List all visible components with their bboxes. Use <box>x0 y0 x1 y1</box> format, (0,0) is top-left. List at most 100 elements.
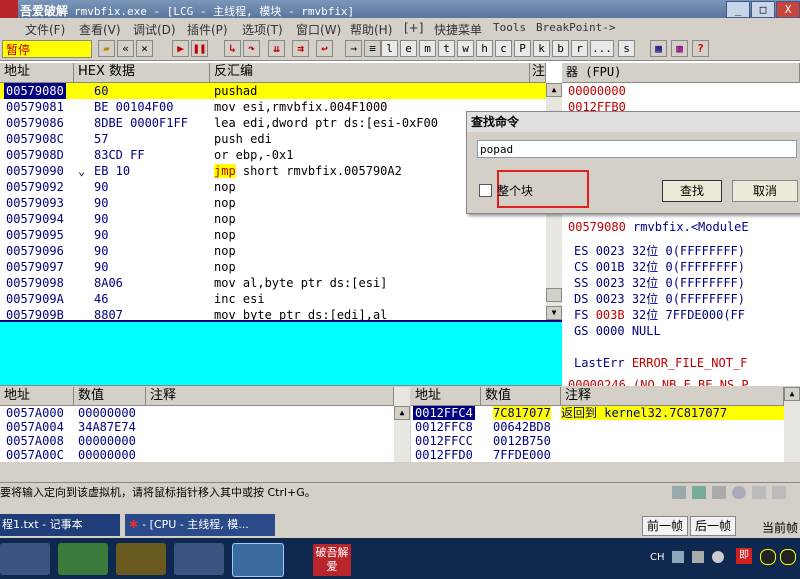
scroll-thumb[interactable] <box>546 288 562 302</box>
launcher-wechat-icon[interactable] <box>58 543 108 575</box>
toolbar-btn-m[interactable]: m <box>419 40 436 57</box>
restart-icon[interactable]: « <box>117 40 134 57</box>
vm-usb-icon[interactable] <box>712 486 726 499</box>
vm-network-icon[interactable] <box>692 486 706 499</box>
launcher-window-icon[interactable] <box>232 543 284 577</box>
step-into-icon[interactable]: ↳ <box>224 40 241 57</box>
goto-expr-icon[interactable]: ≡ <box>364 40 381 57</box>
scroll-up-icon[interactable]: ▲ <box>546 83 562 97</box>
next-frame-button[interactable]: 后一帧 <box>690 516 736 536</box>
table-row[interactable]: 00579086 8DBE 0000F1FF lea edi,dword ptr d… <box>0 115 546 131</box>
stack-scroll-up-icon[interactable]: ▲ <box>784 387 800 401</box>
table-row[interactable]: 00579090 EB 10 ⌄ jmp short rmvbfix.005790A2 <box>0 163 546 179</box>
dump-header-comment[interactable]: 注释 <box>146 387 394 406</box>
table-row[interactable]: 0012FFC8 00642BD8 <box>411 420 784 434</box>
find-button[interactable]: 查找 <box>662 180 722 202</box>
table-row[interactable]: 0057909A 46 inc esi <box>0 291 546 307</box>
tray-network-icon[interactable] <box>672 551 684 563</box>
menu-plugin[interactable]: 插件(P) <box>187 21 228 38</box>
disasm-header-hex[interactable]: HEX 数据 <box>74 63 210 83</box>
toolbar-btn-t[interactable]: t <box>438 40 455 57</box>
disasm-header-addr[interactable]: 地址 <box>0 63 74 83</box>
toolbar-btn-h[interactable]: h <box>476 40 493 57</box>
table-row[interactable]: 0012FFCC 0012B750 <box>411 434 784 448</box>
table-row[interactable]: 00579081 BE 00104F00 mov esi,rmvbfix.004F1… <box>0 99 546 115</box>
vm-hdd-icon[interactable] <box>672 486 686 499</box>
menu-breakpoint[interactable]: BreakPoint-> <box>536 21 615 34</box>
disasm-header-comment[interactable]: 注 <box>530 63 546 83</box>
vm-cd-icon[interactable] <box>732 486 746 499</box>
launcher-camera-icon[interactable] <box>0 543 50 575</box>
menu-plus[interactable]: [+] <box>404 21 423 35</box>
scroll-down-icon[interactable]: ▼ <box>546 306 562 320</box>
table-row[interactable]: 0012FFC4 7C817077 返回到 kernel32.7C817077 <box>411 406 784 420</box>
help-icon[interactable]: ? <box>692 40 709 57</box>
menu-shortcut[interactable]: 快捷菜单 <box>434 21 482 38</box>
registers-panel[interactable]: 器 (FPU) 00000000 0012FFB0 00579080 rmvbf… <box>562 61 800 386</box>
run-icon[interactable]: ▶ <box>172 40 189 57</box>
table-row[interactable]: 00579096 90 nop <box>0 243 546 259</box>
table-row[interactable]: 00579093 90 nop <box>0 195 546 211</box>
launcher-52pojie-logo[interactable]: 破吾解爱 <box>313 544 351 576</box>
minimize-button[interactable]: _ <box>726 1 750 18</box>
table-row[interactable]: 00579095 90 nop <box>0 227 546 243</box>
segment-register-row[interactable]: ES 0023 32位 0(FFFFFFFF) <box>574 243 745 259</box>
cancel-button[interactable]: 取消 <box>732 180 798 202</box>
reg-value[interactable]: 00000000 <box>568 83 626 99</box>
menu-options[interactable]: 选项(T) <box>242 21 283 38</box>
dump-scroll-up-icon[interactable]: ▲ <box>394 406 410 420</box>
segment-register-row[interactable]: FS 003B 32位 7FFDE000(FF <box>574 307 745 323</box>
appearance-icon[interactable]: ▩ <box>671 40 688 57</box>
segment-register-row[interactable]: CS 001B 32位 0(FFFFFFFF) <box>574 259 745 275</box>
options-grid-icon[interactable]: ▦ <box>650 40 667 57</box>
close-button[interactable]: X <box>776 1 800 18</box>
tray-qq2-icon[interactable] <box>780 549 796 565</box>
tray-qq-icon[interactable] <box>760 549 776 565</box>
toolbar-btn-l[interactable]: l <box>381 40 398 57</box>
stack-header-value[interactable]: 数值 <box>481 387 561 406</box>
table-row[interactable]: 00579097 90 nop <box>0 259 546 275</box>
menu-view[interactable]: 查看(V) <box>79 21 121 38</box>
toolbar-btn-c[interactable]: c <box>495 40 512 57</box>
trace-over-icon[interactable]: ⇉ <box>292 40 309 57</box>
table-row[interactable]: 0057908D 83CD FF or ebp,-0x1 <box>0 147 546 163</box>
launcher-camera2-icon[interactable] <box>174 543 224 575</box>
dump-panel[interactable]: 地址 数值 注释 0057A000 00000000 0057A004 34A87E7… <box>0 387 410 462</box>
title-bar[interactable]: 吾爱破解 rmvbfix.exe - [LCG - 主线程, 模块 - rmvbf… <box>0 0 800 18</box>
stack-rows[interactable]: 0012FFC4 7C817077 返回到 kernel32.7C817077 001… <box>411 406 784 462</box>
segment-register-row[interactable]: GS 0000 NULL <box>574 323 668 339</box>
toolbar-btn-e[interactable]: e <box>400 40 417 57</box>
info-pane[interactable] <box>0 320 562 386</box>
menu-window[interactable]: 窗口(W) <box>296 21 341 38</box>
toolbar-btn-ellipsis[interactable]: ... <box>590 40 614 57</box>
pause-icon[interactable]: ❚❚ <box>191 40 208 57</box>
vm-audio-icon[interactable] <box>752 486 766 499</box>
toolbar-btn-k[interactable]: k <box>533 40 550 57</box>
dump-header-value[interactable]: 数值 <box>74 387 146 406</box>
stack-header-comment[interactable]: 注释 <box>561 387 784 406</box>
prev-frame-button[interactable]: 前一帧 <box>642 516 688 536</box>
menu-debug[interactable]: 调试(D) <box>133 21 176 38</box>
step-over-icon[interactable]: ↷ <box>243 40 260 57</box>
table-row[interactable]: 00579092 90 nop <box>0 179 546 195</box>
segment-register-row[interactable]: DS 0023 32位 0(FFFFFFFF) <box>574 291 745 307</box>
maximize-button[interactable]: □ <box>751 1 775 18</box>
lasterr-line[interactable]: LastErr ERROR_FILE_NOT_F <box>574 355 747 371</box>
table-row[interactable]: 0012FFD0 7FFDE000 <box>411 448 784 462</box>
menu-help[interactable]: 帮助(H) <box>350 21 392 38</box>
tray-app-icon[interactable]: 即 <box>736 548 752 564</box>
open-icon[interactable]: ▰ <box>98 40 115 57</box>
stack-scrollbar[interactable]: ▲ <box>784 387 800 462</box>
execute-till-return-icon[interactable]: ↩ <box>316 40 333 57</box>
table-row[interactable]: 0057909B 8807 mov byte ptr ds:[edi],al <box>0 307 546 320</box>
tray-clock-icon[interactable] <box>712 551 724 563</box>
toolbar-btn-r[interactable]: r <box>571 40 588 57</box>
efl-line[interactable]: 00000246 (NO,NB,E,BE,NS,P <box>568 377 749 386</box>
segment-register-row[interactable]: SS 0023 32位 0(FFFFFFFF) <box>574 275 745 291</box>
command-input[interactable] <box>477 140 797 158</box>
toolbar-btn-s[interactable]: s <box>618 40 635 57</box>
disasm-header-asm[interactable]: 反汇编 <box>210 63 530 83</box>
input-lang-indicator[interactable]: CH <box>650 552 665 563</box>
table-row[interactable]: 00579094 90 nop <box>0 211 546 227</box>
vm-display-icon[interactable] <box>772 486 786 499</box>
